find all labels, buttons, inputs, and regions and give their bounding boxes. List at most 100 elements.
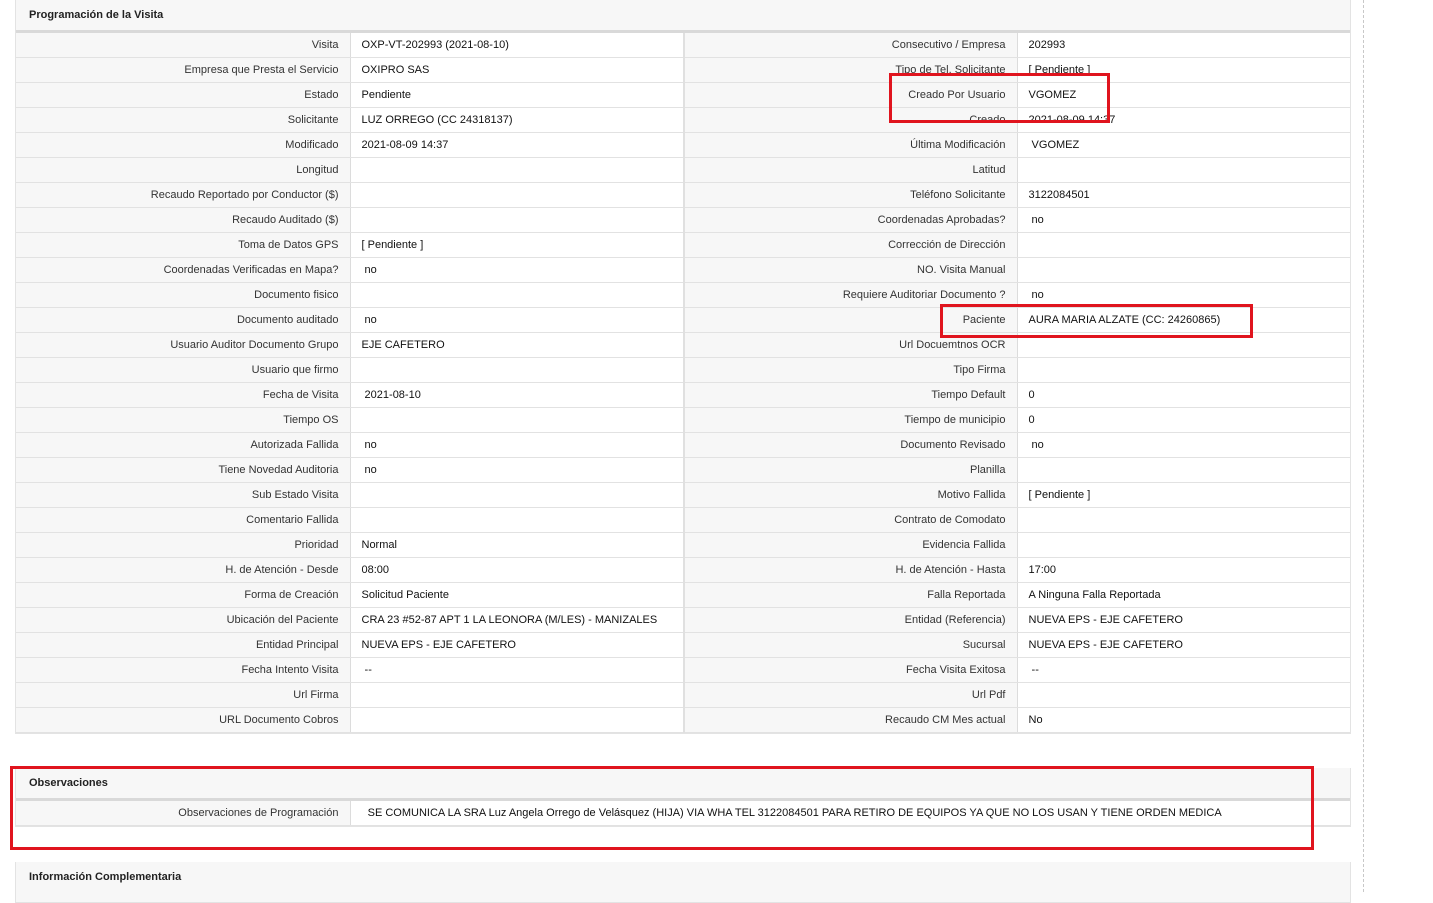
field-label: Tipo de Tel. Solicitante [684,57,1018,83]
field-label: Latitud [684,157,1018,183]
field-value: no [350,307,685,333]
field-value: CRA 23 #52-87 APT 1 LA LEONORA (M/LES) -… [350,607,685,633]
table-row: H. de Atención - Desde 08:00 H. de Atenció… [16,557,1350,583]
field-label: Entidad Principal [16,632,351,658]
table-row: Entidad Principal NUEVA EPS - EJE CAFETER… [16,632,1350,658]
field-label: Creado [684,107,1018,133]
table-row: Tiempo OS Tiempo de municipio 0 [16,407,1350,433]
table-row: Tiene Novedad Auditoria no Planilla [16,457,1350,483]
field-value: 2021-08-09 14:37 [350,132,685,158]
field-value [350,207,685,233]
complementaria-title: Información Complementaria [16,862,1350,892]
field-value: 0 [1017,382,1350,408]
field-value [350,682,685,708]
table-row: Comentario Fallida Contrato de Comodato [16,507,1350,533]
field-label: Paciente [684,307,1018,333]
programacion-panel: Programación de la Visita Visita OXP-VT-2… [15,0,1351,734]
observaciones-title: Observaciones [16,768,1350,801]
field-value: EJE CAFETERO [350,332,685,358]
table-row: Documento auditado no Paciente AURA MARIA … [16,307,1350,333]
table-row: Toma de Datos GPS[ Pendiente ] Corrección… [16,232,1350,258]
field-label: Motivo Fallida [684,482,1018,508]
table-row: Url Firma Url Pdf [16,682,1350,708]
field-value: VGOMEZ [1017,132,1350,158]
field-value: Normal [350,532,685,558]
field-value: no [350,432,685,458]
table-row: Longitud Latitud [16,157,1350,183]
table-row: Solicitante LUZ ORREGO (CC 24318137) Cread… [16,107,1350,133]
field-value [1017,682,1350,708]
programacion-table: Visita OXP-VT-202993 (2021-08-10) Consecut… [16,33,1350,733]
field-label: Ubicación del Paciente [16,607,351,633]
field-value [1017,157,1350,183]
field-label: Fecha Intento Visita [16,657,351,683]
table-row: Recaudo Reportado por Conductor ($) Teléf… [16,182,1350,208]
field-label: Última Modificación [684,132,1018,158]
programacion-title: Programación de la Visita [16,0,1350,33]
field-value [350,357,685,383]
field-label: NO. Visita Manual [684,257,1018,283]
field-value: 08:00 [350,557,685,583]
table-row: Usuario que firmo Tipo Firma [16,357,1350,383]
field-value: No [1017,707,1350,733]
field-value: 202993 [1017,33,1350,58]
field-label: Usuario Auditor Documento Grupo [16,332,351,358]
field-label: Tiene Novedad Auditoria [16,457,351,483]
field-value: OXIPRO SAS [350,57,685,83]
field-label: Url Pdf [684,682,1018,708]
table-row: Usuario Auditor Documento Grupo EJE CAFET… [16,332,1350,358]
field-value: Solicitud Paciente [350,582,685,608]
field-value: [ Pendiente ] [1017,57,1350,83]
field-value [350,157,685,183]
complementaria-panel: Información Complementaria [15,862,1351,903]
field-value [1017,332,1350,358]
field-value [350,507,685,533]
field-label: Prioridad [16,532,351,558]
field-label: Usuario que firmo [16,357,351,383]
field-label: Estado [16,82,351,108]
field-value: no [1017,207,1350,233]
field-label: Coordenadas Aprobadas? [684,207,1018,233]
field-value: VGOMEZ [1017,82,1350,108]
field-value [1017,357,1350,383]
field-value: AURA MARIA ALZATE (CC: 24260865) [1017,307,1350,333]
table-row: Documento fisico Requiere Auditoriar Docu… [16,282,1350,308]
table-row: Sub Estado Visita Motivo Fallida[ Pendien… [16,482,1350,508]
field-label: Documento fisico [16,282,351,308]
field-value: LUZ ORREGO (CC 24318137) [350,107,685,133]
field-value: 2021-08-10 [350,382,685,408]
field-label: Tipo Firma [684,357,1018,383]
field-value: NUEVA EPS - EJE CAFETERO [1017,632,1350,658]
field-label: Solicitante [16,107,351,133]
field-value [350,282,685,308]
observaciones-panel: Observaciones Observaciones de Programac… [15,768,1351,827]
field-label: Recaudo CM Mes actual [684,707,1018,733]
table-row: Fecha de Visita 2021-08-10 Tiempo Default… [16,382,1350,408]
field-value: 17:00 [1017,557,1350,583]
field-label: Recaudo Auditado ($) [16,207,351,233]
table-row: URL Documento Cobros Recaudo CM Mes actua… [16,707,1350,733]
field-label: Url Docuemtnos OCR [684,332,1018,358]
field-value: no [350,457,685,483]
field-label: Planilla [684,457,1018,483]
field-value [350,482,685,508]
field-label: Corrección de Dirección [684,232,1018,258]
field-value: [ Pendiente ] [1017,482,1350,508]
table-row: Modificado 2021-08-09 14:37 Última Modific… [16,132,1350,158]
field-value [350,182,685,208]
field-value [1017,507,1350,533]
field-label: Evidencia Fallida [684,532,1018,558]
field-label: H. de Atención - Hasta [684,557,1018,583]
field-value: NUEVA EPS - EJE CAFETERO [350,632,685,658]
table-row: Recaudo Auditado ($) Coordenadas Aprobada… [16,207,1350,233]
field-label: Entidad (Referencia) [684,607,1018,633]
field-value [1017,532,1350,558]
field-label: Coordenadas Verificadas en Mapa? [16,257,351,283]
table-row: Fecha Intento Visita -- Fecha Visita Exit… [16,657,1350,683]
field-value [350,407,685,433]
field-label: Recaudo Reportado por Conductor ($) [16,182,351,208]
field-label: Documento Revisado [684,432,1018,458]
field-value: Pendiente [350,82,685,108]
field-label: Contrato de Comodato [684,507,1018,533]
field-label: Toma de Datos GPS [16,232,351,258]
